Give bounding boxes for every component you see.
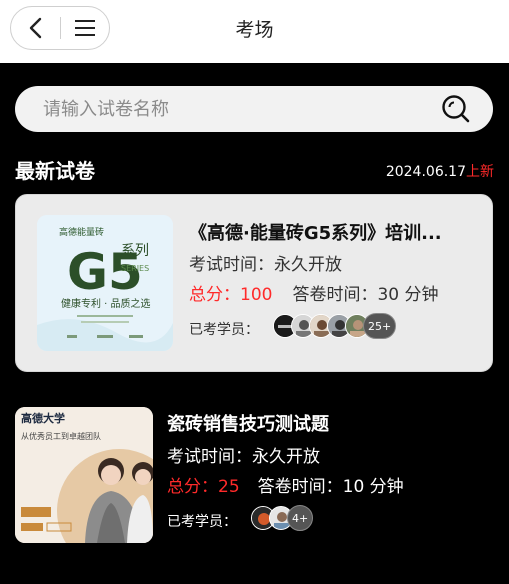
exam-cover-image: 高德大学 从优秀员工到卓越团队 <box>15 407 153 543</box>
section-date: 2024.06.17上新 <box>386 161 494 181</box>
section-title: 最新试卷 <box>15 159 95 183</box>
more-participants-badge[interactable]: 4+ <box>287 505 314 531</box>
exam-score-row: 总分：100 答卷时间：30 分钟 <box>189 280 439 305</box>
exam-score-row: 总分：25 答卷时间：10 分钟 <box>167 472 404 497</box>
score-value: 100 <box>240 285 273 305</box>
cover2-brand: 高德大学 <box>21 411 65 425</box>
cover-brand: 高德能量砖 <box>59 226 104 238</box>
cover-series-small: 系列 <box>121 243 149 259</box>
exam-time-label: 考试时间： <box>167 447 252 467</box>
duration-label: 答卷时间： <box>257 477 343 497</box>
update-date: 2024.06.17 <box>385 164 466 180</box>
score-value: 25 <box>218 477 240 497</box>
participant-avatars[interactable]: 4+ <box>251 505 314 531</box>
top-navigation-bar: 考场 <box>0 0 509 63</box>
more-participants-badge[interactable]: 25+ <box>363 313 397 339</box>
cover2-subtitle: 从优秀员工到卓越团队 <box>21 431 101 441</box>
exam-time: 考试时间：永久开放 <box>189 250 342 275</box>
new-badge: 上新 <box>466 164 494 180</box>
score-label: 总分： <box>167 477 218 497</box>
exam-time-label: 考试时间： <box>189 255 274 275</box>
search-icon[interactable] <box>441 94 471 124</box>
participants-label: 已考学员： <box>189 322 259 338</box>
search-bar <box>15 86 493 132</box>
exam-time-value: 永久开放 <box>274 255 342 275</box>
cover-series-en: SERIES <box>121 264 149 273</box>
exam-cover-image: 高德能量砖 G5 系列 SERIES 健康专利 · 品质之选 <box>37 215 173 351</box>
exam-title[interactable]: 瓷砖销售技巧测试题 <box>167 410 487 436</box>
exam-card[interactable]: 高德能量砖 G5 系列 SERIES 健康专利 · 品质之选 《高德·能量砖G5… <box>15 194 493 372</box>
exam-time: 考试时间：永久开放 <box>167 442 320 467</box>
exam-time-value: 永久开放 <box>252 447 320 467</box>
duration-value: 30 分钟 <box>377 285 439 305</box>
search-input[interactable] <box>43 86 423 132</box>
participant-avatars[interactable]: 25+ <box>273 313 397 339</box>
duration-value: 10 分钟 <box>342 477 404 497</box>
score-label: 总分： <box>189 285 240 305</box>
exam-title[interactable]: 《高德·能量砖G5系列》培训... <box>189 219 474 245</box>
page-title: 考场 <box>235 19 274 41</box>
cover-slogan: 健康专利 · 品质之选 <box>61 297 151 310</box>
participants-label: 已考学员： <box>167 514 237 530</box>
duration-label: 答卷时间： <box>292 285 378 305</box>
